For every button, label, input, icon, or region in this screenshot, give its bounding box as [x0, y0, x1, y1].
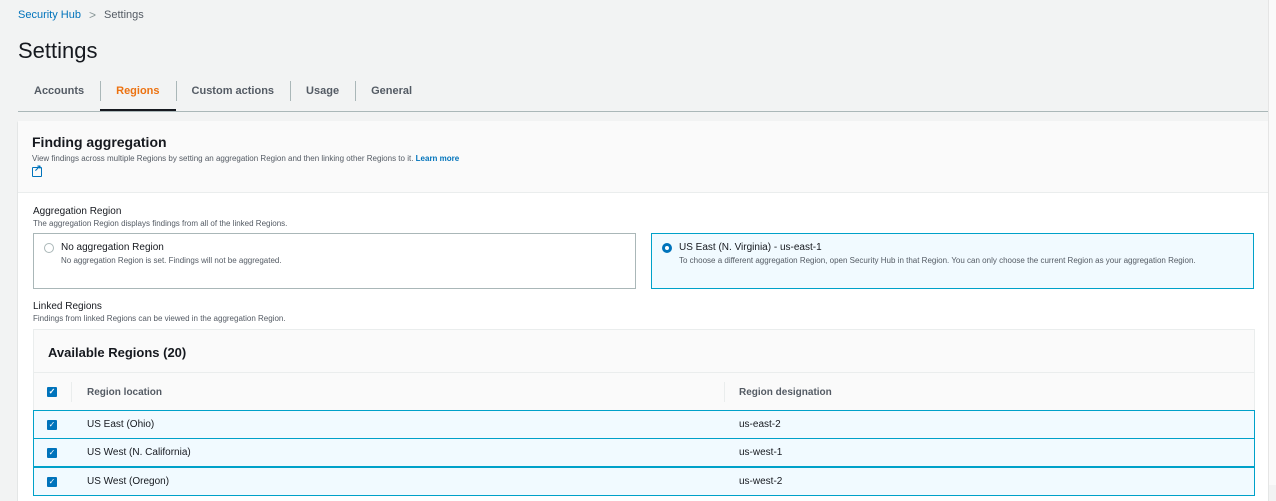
row-checkbox[interactable]: ✓: [47, 419, 57, 430]
option-description: To choose a different aggregation Region…: [679, 256, 1196, 265]
table-row[interactable]: ✓ US East (Ohio) us-east-2: [33, 410, 1255, 439]
tab-accounts[interactable]: Accounts: [18, 78, 100, 111]
column-region-location[interactable]: Region location: [87, 387, 162, 398]
aggregation-region-label: Aggregation Region: [33, 206, 122, 217]
linked-regions-description: Findings from linked Regions can be view…: [33, 314, 286, 323]
scrollbar[interactable]: [1268, 0, 1276, 485]
breadcrumb-current: Settings: [104, 9, 144, 21]
tab-custom-actions[interactable]: Custom actions: [175, 78, 291, 111]
option-title: No aggregation Region: [61, 242, 164, 253]
aggregation-region-description: The aggregation Region displays findings…: [33, 219, 288, 228]
table-row[interactable]: ✓ US West (N. California) us-west-1: [33, 438, 1255, 467]
page-title: Settings: [18, 38, 98, 63]
radio-no-aggregation[interactable]: [44, 243, 54, 253]
radio-us-east-1[interactable]: [662, 243, 672, 253]
column-region-designation[interactable]: Region designation: [739, 387, 832, 398]
panel-title: Finding aggregation: [32, 134, 167, 150]
breadcrumb: Security Hub > Settings: [18, 8, 144, 22]
option-us-east-1[interactable]: US East (N. Virginia) - us-east-1 To cho…: [651, 233, 1254, 289]
select-all-checkbox[interactable]: ✓: [47, 387, 57, 397]
row-checkbox[interactable]: ✓: [47, 476, 57, 487]
learn-more-link[interactable]: Learn more: [416, 154, 460, 163]
option-description: No aggregation Region is set. Findings w…: [61, 256, 282, 265]
available-regions-table: Available Regions (20) ✓ Region location…: [33, 329, 1256, 496]
tab-regions[interactable]: Regions: [100, 78, 176, 111]
table-title: Available Regions (20): [34, 330, 1254, 373]
region-designation: us-west-2: [739, 476, 783, 487]
region-designation: us-west-1: [739, 447, 783, 458]
chevron-right-icon: >: [88, 8, 96, 22]
breadcrumb-security-hub[interactable]: Security Hub: [18, 9, 81, 21]
external-link-icon[interactable]: [32, 163, 42, 177]
linked-regions-label: Linked Regions: [33, 301, 102, 312]
tab-usage[interactable]: Usage: [290, 78, 355, 111]
panel-description: View findings across multiple Regions by…: [32, 154, 414, 163]
table-header: ✓ Region location Region designation: [34, 374, 1256, 410]
tab-bar: Accounts Regions Custom actions Usage Ge…: [18, 78, 1268, 112]
row-checkbox[interactable]: ✓: [47, 447, 57, 458]
table-row[interactable]: ✓ US West (Oregon) us-west-2: [33, 467, 1255, 496]
region-location: US West (Oregon): [87, 476, 170, 487]
region-location: US East (Ohio): [87, 419, 155, 430]
option-title: US East (N. Virginia) - us-east-1: [679, 242, 822, 253]
region-location: US West (N. California): [87, 447, 191, 458]
option-no-aggregation[interactable]: No aggregation Region No aggregation Reg…: [33, 233, 636, 289]
region-designation: us-east-2: [739, 419, 781, 430]
tab-general[interactable]: General: [355, 78, 428, 111]
